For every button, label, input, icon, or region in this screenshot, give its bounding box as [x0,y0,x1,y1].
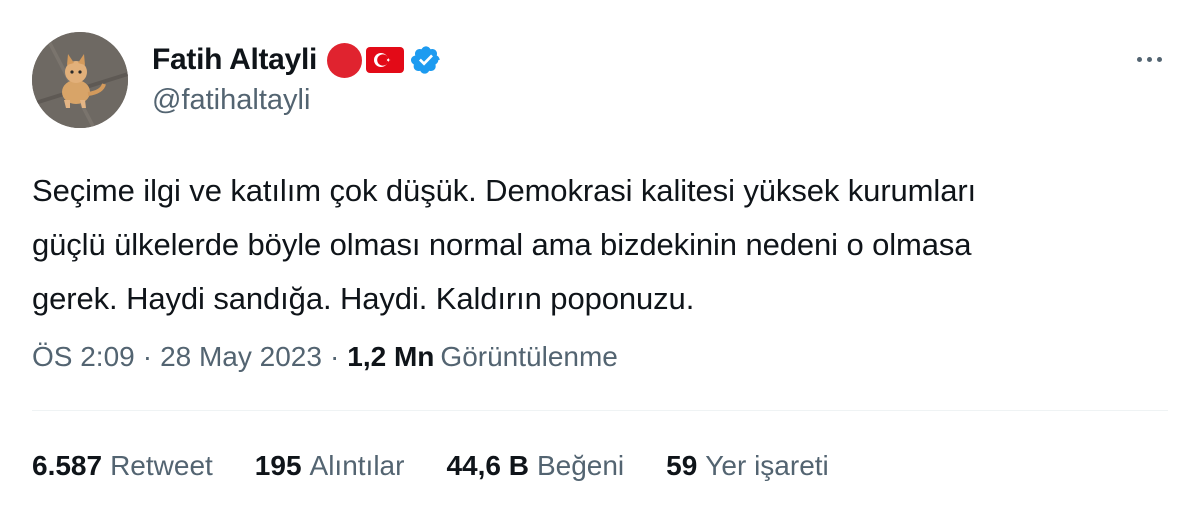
tweet-meta: ÖS 2:09 · 28 May 2023 · 1,2 Mn Görüntüle… [32,341,618,373]
more-horizontal-icon [1156,56,1162,62]
likes-stat[interactable]: 44,6 B Beğeni [446,450,624,482]
author-handle[interactable]: @fatihaltayli [152,84,310,117]
stat-label: Beğeni [536,450,625,481]
stat-label: Retweet [110,450,213,481]
more-horizontal-icon [1146,56,1152,62]
tweet-time[interactable]: ÖS 2:09 [32,341,135,373]
tweet-date[interactable]: 28 May 2023 [160,341,322,373]
tweet-card: Fatih Altayli @fatihaltayli Seçime ilgi … [0,0,1200,515]
meta-separator: · [142,341,153,372]
stat-count: 44,6 B [446,450,529,481]
retweets-stat[interactable]: 6.587 Retweet [32,450,213,482]
views-label[interactable]: Görüntülenme [440,341,617,373]
stat-count: 195 [254,450,302,481]
views-count[interactable]: 1,2 Mn [347,341,434,373]
more-options-button[interactable] [1130,44,1168,74]
tweet-text-line: gerek. Haydi sandığa. Haydi. Kaldırın po… [32,281,695,316]
tweet-text: Seçime ilgi ve katılım çok düşük. Demokr… [32,164,1142,326]
engagement-stats: 6.587 Retweet 195 Alıntılar 44,6 B Beğen… [32,450,871,482]
stat-count: 59 [666,450,698,481]
stat-label: Alıntılar [309,450,405,481]
quotes-stat[interactable]: 195 Alıntılar [255,450,405,482]
author-display-name[interactable]: Fatih Altayli [152,43,317,77]
cat-photo-avatar-icon [32,32,128,128]
meta-separator: · [329,341,340,372]
avatar[interactable] [32,32,128,128]
red-circle-icon [327,42,363,78]
tweet-text-line: Seçime ilgi ve katılım çok düşük. Demokr… [32,173,977,208]
stat-label: Yer işareti [705,450,829,481]
stat-count: 6.587 [32,450,103,481]
more-horizontal-icon [1136,56,1142,62]
bookmarks-stat[interactable]: 59 Yer işareti [666,450,829,482]
tweet-text-line: güçlü ülkelerde böyle olması normal ama … [32,227,972,262]
author-name-row: Fatih Altayli [152,42,442,78]
turkey-flag-icon [366,47,405,73]
verified-badge-icon[interactable] [410,44,442,76]
divider [32,410,1168,411]
